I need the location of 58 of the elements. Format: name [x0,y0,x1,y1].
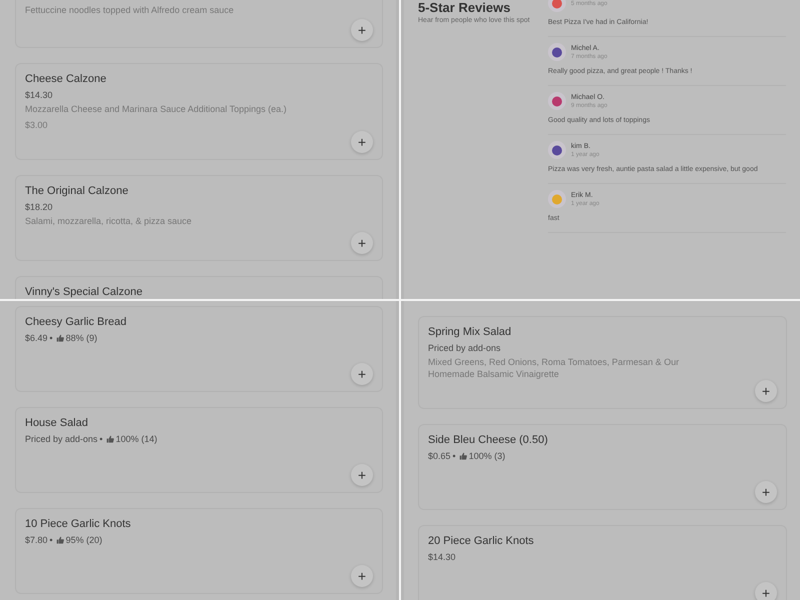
add-button[interactable]: + [351,464,373,486]
menu-item-card[interactable]: The Original Calzone $18.20 Salami, mozzarella, ricotta, & pizza sauce + [15,175,383,262]
item-price: $14.30 [25,90,53,100]
avatar-icon [548,92,566,110]
separator-dot: • [452,451,456,462]
separator-dot: • [50,535,53,545]
add-button[interactable]: + [351,131,373,154]
add-button[interactable]: + [755,582,777,600]
menu-item-card[interactable]: Fettuccine noodles topped with Alfredo cream sauce + [15,0,383,48]
add-button[interactable]: + [351,232,373,254]
item-rating: 100% (3) [468,451,506,462]
thumbs-up-icon [106,435,114,443]
menu-item-card[interactable]: 20 Piece Garlic Knots $14.30 + [418,525,787,600]
item-price: $7.80 [25,535,48,545]
item-title: 10 Piece Garlic Knots [25,518,132,530]
item-title: Side Bleu Cheese (0.50) [428,434,549,446]
item-description: Salami, mozzarella, ricotta, & pizza sauce [25,216,193,228]
add-button[interactable]: + [351,565,373,587]
item-price: $0.65 [428,451,451,462]
item-description: Mozzarella Cheese and Marinara Sauce Additional Toppings (ea.) [25,104,288,116]
item-price: Priced by add-ons [25,434,98,444]
menu-item-card[interactable]: 10 Piece Garlic Knots $7.80 • 95% (20) + [15,508,383,594]
separator-dot: • [100,434,103,444]
avatar-icon [548,190,566,208]
avatar-icon [548,141,566,159]
thumbs-up-icon [458,452,467,460]
menu-item-card[interactable]: Cheesy Garlic Bread $6.49 • 88% (9) + [15,306,383,392]
item-price: Priced by add-ons [428,343,501,353]
menu-item-card[interactable]: House Salad Priced by add-ons • 100% (14) + [15,407,383,493]
add-button[interactable]: + [351,19,373,41]
menu-item-card[interactable]: Vinny's Special Calzone [15,276,383,299]
section-heading: 5-Star Reviews [418,0,512,15]
menu-item-card[interactable]: Spring Mix Salad Priced by add-ons Mixed Greens, Red Onions, Roma Tomatoes, Parmesan & Our Homemade Balsamic Vinaigrette + [418,316,787,410]
item-rating: 88% (9) [66,333,98,343]
separator-dot: • [50,333,53,343]
add-button[interactable]: + [351,363,373,385]
item-title: Cheesy Garlic Bread [25,316,128,328]
menu-item-card[interactable]: Cheese Calzone $14.30 Mozzarella Cheese and Marinara Sauce Additional Toppings (ea.) $3.00 + [15,63,383,160]
add-button[interactable]: + [755,380,777,402]
item-description: Fettuccine noodles topped with Alfredo cream sauce [25,5,235,17]
avatar-icon [548,43,566,61]
item-title: Cheese Calzone [25,73,108,85]
item-price: $14.30 [428,552,456,562]
menu-item-card[interactable]: Side Bleu Cheese (0.50) $0.65 • 100% (3) + [418,424,787,510]
thumbs-up-icon [56,334,64,342]
item-title: The Original Calzone [25,185,130,198]
item-extra-price: $3.00 [25,120,49,132]
item-title: Spring Mix Salad [428,326,512,338]
item-title: Vinny's Special Calzone [25,286,144,298]
item-price: $6.49 [25,333,48,343]
item-description: Mixed Greens, Red Onions, Roma Tomatoes, Parmesan & Our Homemade Balsamic Vinaigrette [428,357,680,380]
item-title: 20 Piece Garlic Knots [428,535,535,548]
item-rating: 95% (20) [66,535,102,545]
item-rating: 100% (14) [116,434,158,444]
add-button[interactable]: + [755,481,777,504]
item-title: House Salad [25,417,89,429]
item-price: $18.20 [25,202,53,212]
thumbs-up-icon [56,536,64,544]
